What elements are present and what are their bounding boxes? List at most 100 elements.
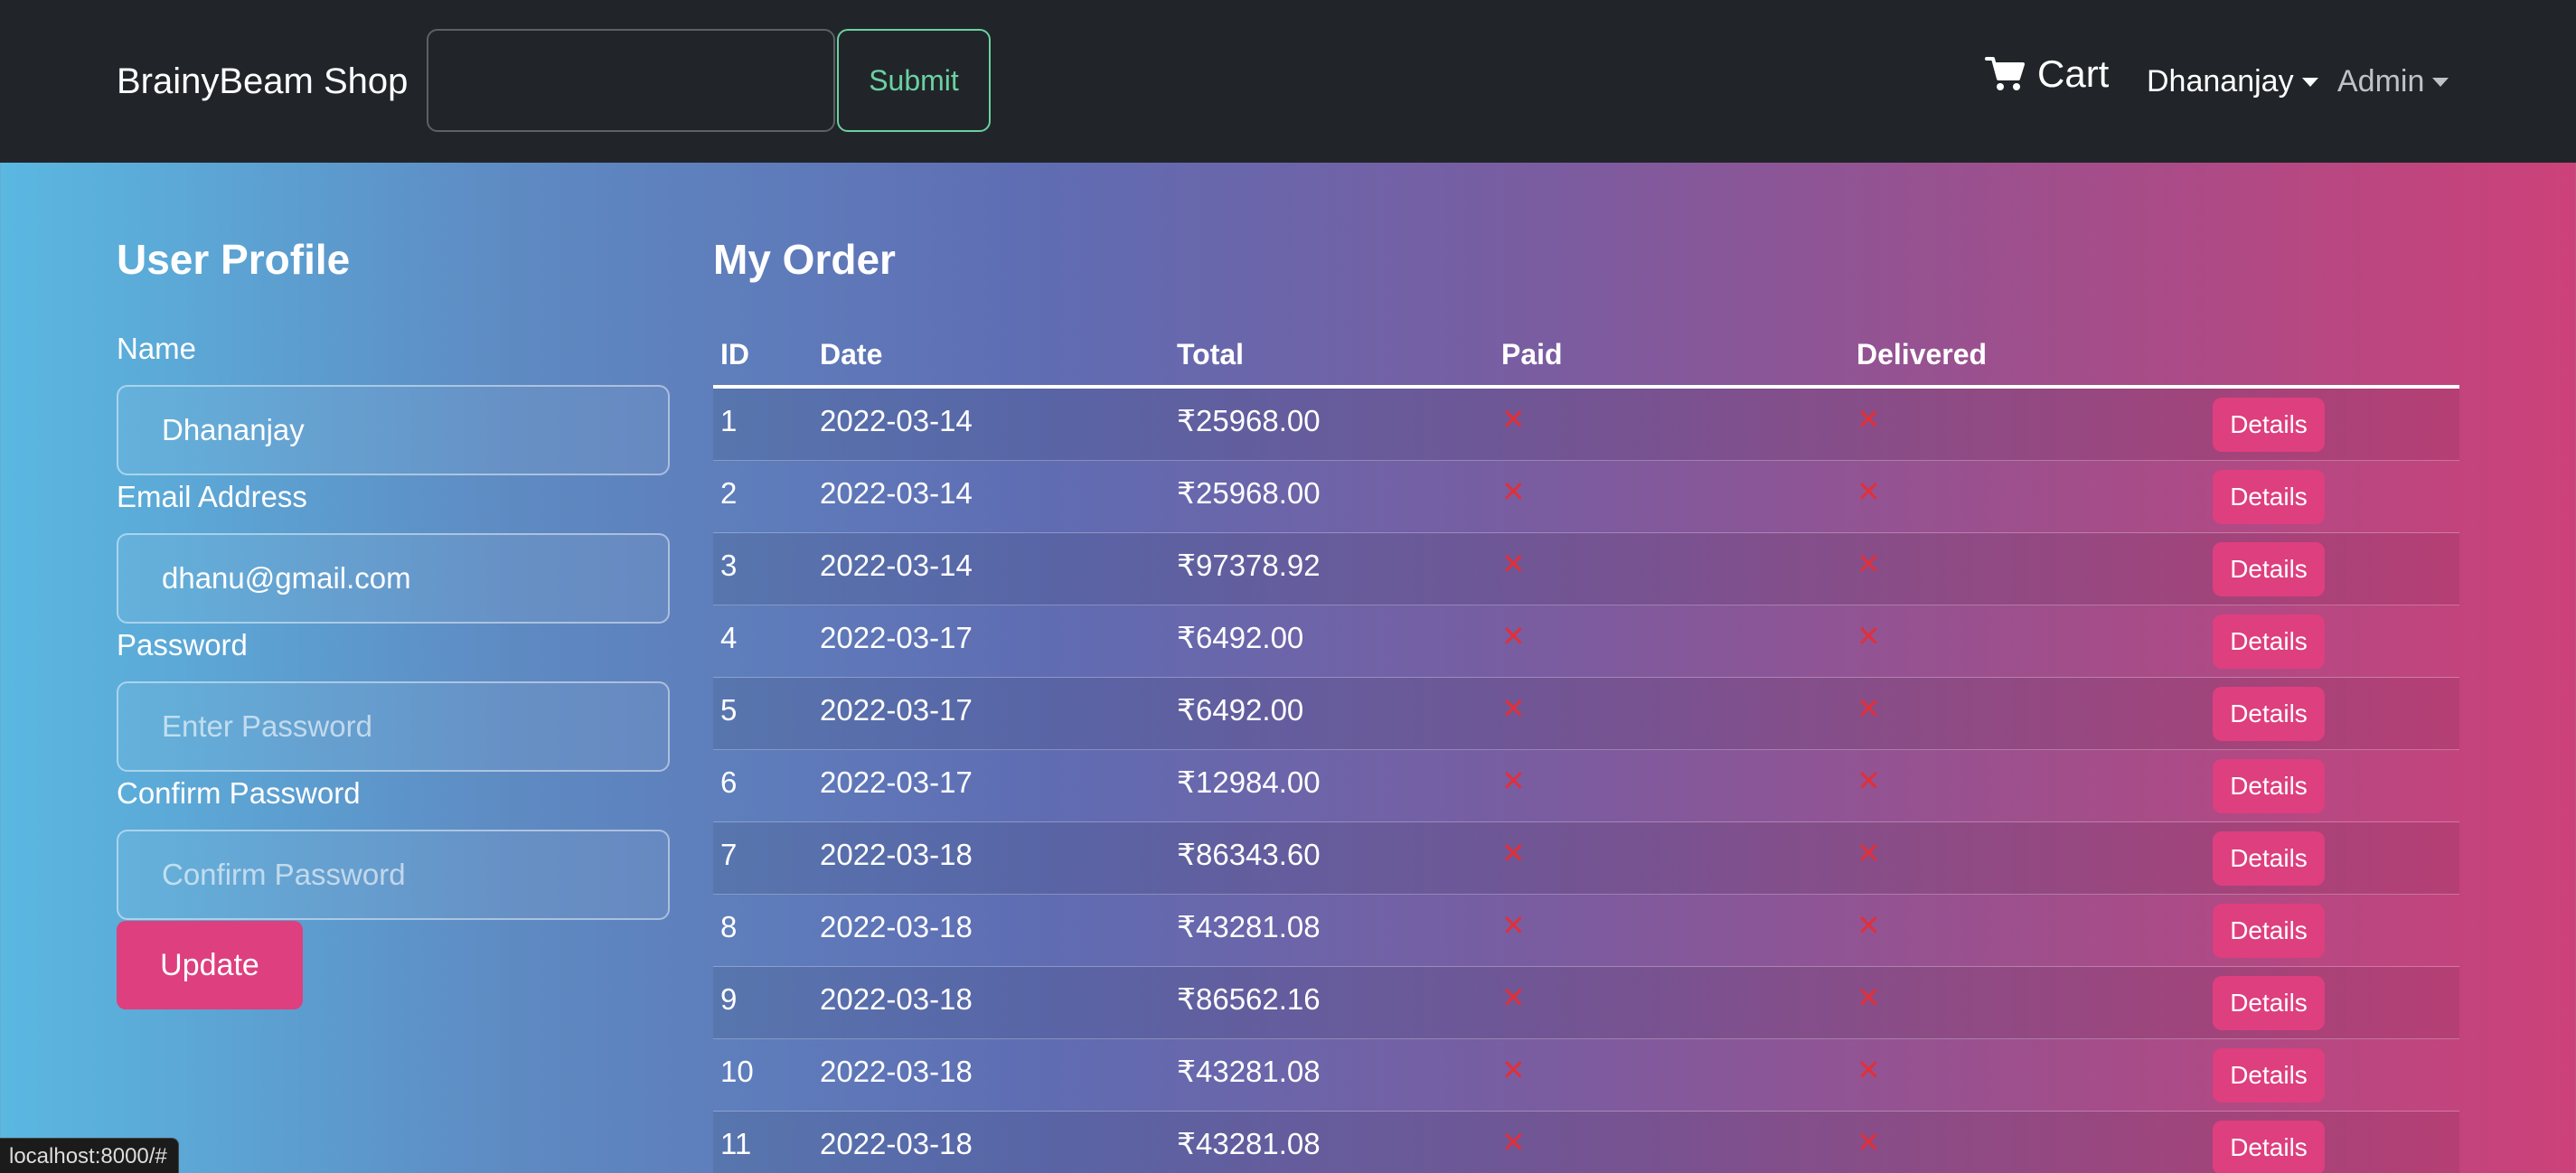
table-header: ID Date Total Paid Delivered: [713, 327, 2459, 389]
delivered-status-cross-icon: ✕: [1857, 1126, 1881, 1159]
status-bar-url: localhost:8000/#: [0, 1138, 179, 1173]
column-header-delivered: Delivered: [1857, 338, 1988, 371]
paid-status-cross-icon: ✕: [1501, 1126, 1526, 1159]
order-date: 2022-03-18: [820, 1127, 973, 1160]
paid-status-cross-icon: ✕: [1501, 475, 1526, 508]
column-header-paid: Paid: [1501, 338, 1563, 371]
order-details-button[interactable]: Details: [2213, 1048, 2325, 1103]
order-total: ₹43281.08: [1177, 1127, 1321, 1160]
admin-dropdown[interactable]: Admin: [2337, 60, 2449, 103]
password-field[interactable]: [117, 681, 670, 772]
chevron-down-icon: [2432, 78, 2449, 87]
name-field[interactable]: [117, 385, 670, 475]
name-label: Name: [117, 332, 197, 365]
paid-status-cross-icon: ✕: [1501, 909, 1526, 942]
order-date: 2022-03-14: [820, 549, 973, 582]
order-details-button[interactable]: Details: [2213, 470, 2325, 524]
delivered-status-cross-icon: ✕: [1857, 403, 1881, 436]
order-id: 2: [720, 476, 738, 510]
order-details-button[interactable]: Details: [2213, 687, 2325, 741]
order-details-button[interactable]: Details: [2213, 542, 2325, 596]
paid-status-cross-icon: ✕: [1501, 837, 1526, 869]
order-id: 9: [720, 982, 738, 1016]
order-date: 2022-03-18: [820, 982, 973, 1016]
delivered-status-cross-icon: ✕: [1857, 909, 1881, 942]
profile-title: User Profile: [117, 236, 351, 283]
table-row: 11 2022-03-18 ₹43281.08 ✕ ✕ Details: [713, 1112, 2459, 1173]
nav-cart-link[interactable]: Cart: [1985, 51, 2109, 98]
confirm-password-field[interactable]: [117, 830, 670, 920]
email-label: Email Address: [117, 480, 307, 513]
user-dropdown-label: Dhananjay: [2147, 64, 2294, 99]
table-body: 1 2022-03-14 ₹25968.00 ✕ ✕ Details 2 2022-03-14…: [713, 389, 2459, 1173]
order-total: ₹12984.00: [1177, 765, 1321, 799]
admin-dropdown-label: Admin: [2337, 64, 2425, 99]
order-details-button[interactable]: Details: [2213, 759, 2325, 813]
table-row: 10 2022-03-18 ₹43281.08 ✕ ✕ Details: [713, 1039, 2459, 1112]
table-row: 2 2022-03-14 ₹25968.00 ✕ ✕ Details: [713, 461, 2459, 533]
table-row: 7 2022-03-18 ₹86343.60 ✕ ✕ Details: [713, 822, 2459, 895]
update-button[interactable]: Update: [117, 921, 303, 1009]
order-date: 2022-03-18: [820, 910, 973, 943]
order-total: ₹25968.00: [1177, 476, 1321, 510]
order-total: ₹43281.08: [1177, 910, 1321, 943]
table-row: 1 2022-03-14 ₹25968.00 ✕ ✕ Details: [713, 389, 2459, 461]
order-date: 2022-03-17: [820, 693, 973, 727]
order-date: 2022-03-17: [820, 621, 973, 654]
order-details-button[interactable]: Details: [2213, 1121, 2325, 1173]
search-input[interactable]: [427, 29, 835, 132]
nav-cart-label: Cart: [2037, 52, 2110, 95]
order-id: 8: [720, 910, 738, 943]
column-header-id: ID: [720, 338, 749, 371]
order-id: 1: [720, 404, 738, 437]
navbar: BrainyBeam Shop Submit Cart Dhananjay Ad…: [0, 0, 2576, 163]
order-date: 2022-03-14: [820, 476, 973, 510]
delivered-status-cross-icon: ✕: [1857, 548, 1881, 580]
user-dropdown[interactable]: Dhananjay: [2147, 60, 2318, 103]
order-details-button[interactable]: Details: [2213, 831, 2325, 886]
table-row: 3 2022-03-14 ₹97378.92 ✕ ✕ Details: [713, 533, 2459, 605]
order-date: 2022-03-18: [820, 1055, 973, 1088]
cart-icon: [1985, 57, 2025, 90]
order-total: ₹97378.92: [1177, 549, 1321, 582]
order-total: ₹86562.16: [1177, 982, 1321, 1016]
order-id: 3: [720, 549, 738, 582]
paid-status-cross-icon: ✕: [1501, 981, 1526, 1014]
delivered-status-cross-icon: ✕: [1857, 765, 1881, 797]
order-id: 7: [720, 838, 738, 871]
paid-status-cross-icon: ✕: [1501, 620, 1526, 652]
delivered-status-cross-icon: ✕: [1857, 692, 1881, 725]
search-submit-button[interactable]: Submit: [837, 29, 991, 132]
password-label: Password: [117, 628, 248, 662]
paid-status-cross-icon: ✕: [1501, 692, 1526, 725]
table-row: 6 2022-03-17 ₹12984.00 ✕ ✕ Details: [713, 750, 2459, 822]
paid-status-cross-icon: ✕: [1501, 1054, 1526, 1086]
order-details-button[interactable]: Details: [2213, 615, 2325, 669]
table-row: 9 2022-03-18 ₹86562.16 ✕ ✕ Details: [713, 967, 2459, 1039]
order-total: ₹25968.00: [1177, 404, 1321, 437]
order-id: 5: [720, 693, 738, 727]
order-total: ₹6492.00: [1177, 693, 1304, 727]
email-field[interactable]: [117, 533, 670, 624]
order-id: 6: [720, 765, 738, 799]
order-date: 2022-03-18: [820, 838, 973, 871]
paid-status-cross-icon: ✕: [1501, 403, 1526, 436]
order-total: ₹86343.60: [1177, 838, 1321, 871]
brand-link[interactable]: BrainyBeam Shop: [117, 60, 408, 103]
order-total: ₹6492.00: [1177, 621, 1304, 654]
column-header-total: Total: [1177, 338, 1245, 371]
delivered-status-cross-icon: ✕: [1857, 620, 1881, 652]
orders-title: My Order: [713, 236, 896, 283]
order-details-button[interactable]: Details: [2213, 904, 2325, 958]
chevron-down-icon: [2301, 78, 2318, 87]
order-details-button[interactable]: Details: [2213, 398, 2325, 452]
delivered-status-cross-icon: ✕: [1857, 981, 1881, 1014]
order-id: 10: [720, 1055, 754, 1088]
order-id: 11: [720, 1127, 752, 1160]
column-header-date: Date: [820, 338, 883, 371]
order-id: 4: [720, 621, 738, 654]
orders-table: ID Date Total Paid Delivered 1 2022-03-14…: [713, 327, 2459, 1173]
paid-status-cross-icon: ✕: [1501, 765, 1526, 797]
delivered-status-cross-icon: ✕: [1857, 837, 1881, 869]
order-details-button[interactable]: Details: [2213, 976, 2325, 1030]
